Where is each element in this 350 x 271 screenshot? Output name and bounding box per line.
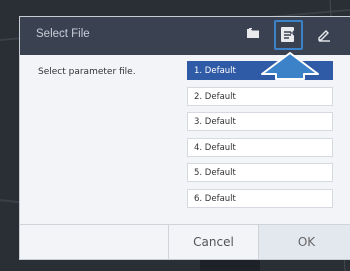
- file-item-5[interactable]: 5. Default: [187, 163, 333, 183]
- cancel-button[interactable]: Cancel: [168, 225, 258, 259]
- file-item-4[interactable]: 4. Default: [187, 137, 333, 157]
- edit-icon[interactable]: [317, 27, 331, 46]
- dialog-footer: Cancel OK: [20, 224, 350, 259]
- dialog-header: Select File: [20, 17, 350, 55]
- pointer-arrow-icon: [261, 52, 319, 80]
- file-item-3[interactable]: 3. Default: [187, 112, 333, 132]
- dialog-title: Select File: [36, 28, 90, 40]
- parameter-file-list: 1. Default 2. Default 3. Default 4. Defa…: [187, 61, 333, 215]
- file-item-2[interactable]: 2. Default: [187, 86, 333, 106]
- select-prompt: Select parameter file.: [38, 67, 136, 77]
- file-item-6[interactable]: 6. Default: [187, 188, 333, 208]
- ok-button[interactable]: OK: [258, 225, 350, 259]
- folder-icon[interactable]: [246, 25, 260, 44]
- load-file-button[interactable]: [274, 20, 303, 50]
